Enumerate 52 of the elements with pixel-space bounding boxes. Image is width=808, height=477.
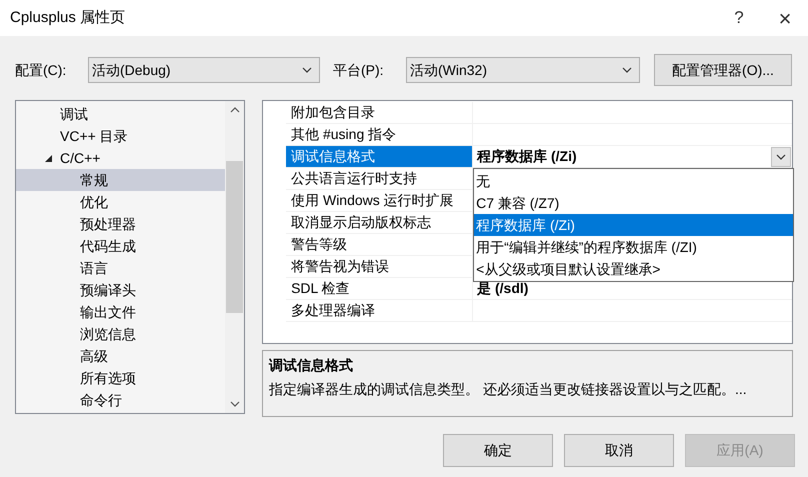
property-name[interactable]: 其他 #using 指令: [286, 124, 472, 145]
property-name[interactable]: 使用 Windows 运行时扩展: [286, 190, 472, 211]
tree-item[interactable]: 预编译头: [16, 279, 226, 301]
expanded-triangle-icon[interactable]: [44, 154, 53, 162]
tree-item[interactable]: 高级: [16, 345, 226, 367]
tree-item[interactable]: 语言: [16, 257, 226, 279]
property-name[interactable]: 附加包含目录: [286, 102, 472, 123]
tree-item[interactable]: 常规: [16, 169, 226, 191]
dialog-button[interactable]: 取消: [564, 434, 674, 467]
field-label: 配置(C):: [15, 60, 68, 80]
description-text: 指定编译器生成的调试信息类型。 还必须适当更改链接器设置以与之匹配。...: [269, 380, 748, 399]
tree-item[interactable]: C/C++: [16, 147, 226, 169]
chevron-up-icon[interactable]: [230, 107, 240, 113]
window-title: Cplusplus 属性页: [10, 8, 126, 28]
dropdown[interactable]: 活动(Win32): [406, 57, 640, 83]
dropdown-option[interactable]: C7 兼容 (/Z7): [474, 192, 794, 214]
chevron-down-icon: [302, 67, 312, 73]
property-name[interactable]: 取消显示启动版权标志: [286, 212, 472, 233]
tree-item[interactable]: 优化: [16, 191, 226, 213]
tree-item[interactable]: 输出文件: [16, 301, 226, 323]
dropdown-option[interactable]: 用于“编辑并继续”的程序数据库 (/ZI): [474, 236, 794, 258]
field-label: 平台(P):: [332, 60, 385, 80]
property-name[interactable]: 公共语言运行时支持: [286, 168, 472, 189]
property-name[interactable]: 多处理器编译: [286, 300, 472, 321]
scrollbar-thumb[interactable]: [226, 161, 244, 313]
tree-item[interactable]: VC++ 目录: [16, 125, 226, 147]
tree-item[interactable]: 所有选项: [16, 367, 226, 389]
property-value: 是 (/sdl): [477, 279, 530, 298]
scrollbar[interactable]: [225, 101, 244, 413]
dialog-button[interactable]: 确定: [443, 434, 553, 467]
chevron-down-icon: [622, 67, 632, 73]
chevron-down-icon[interactable]: [230, 401, 240, 407]
tree-item[interactable]: 命令行: [16, 389, 226, 411]
property-name[interactable]: 警告等级: [286, 234, 472, 255]
help-button[interactable]: ?: [716, 0, 762, 36]
dropdown[interactable]: 活动(Debug): [88, 57, 320, 83]
tree-item[interactable]: 预处理器: [16, 213, 226, 235]
property-value: 程序数据库 (/Zi): [477, 147, 578, 166]
property-name[interactable]: 调试信息格式: [286, 146, 472, 167]
dropdown-button[interactable]: [771, 146, 791, 166]
close-button[interactable]: ×: [762, 0, 808, 36]
tree-item[interactable]: 浏览信息: [16, 323, 226, 345]
description-title: 调试信息格式: [269, 356, 354, 375]
dropdown-option[interactable]: <从父级或项目默认设置继承>: [474, 258, 794, 280]
property-name[interactable]: SDL 检查: [286, 278, 472, 299]
config-manager-button[interactable]: 配置管理器(O)...: [654, 54, 792, 86]
chevron-down-icon: [776, 154, 786, 160]
dropdown-option[interactable]: 无: [474, 170, 794, 192]
tree-item[interactable]: 代码生成: [16, 235, 226, 257]
dropdown-option[interactable]: 程序数据库 (/Zi): [474, 214, 794, 236]
tree-item[interactable]: 调试: [16, 103, 226, 125]
property-name[interactable]: 将警告视为错误: [286, 256, 472, 277]
